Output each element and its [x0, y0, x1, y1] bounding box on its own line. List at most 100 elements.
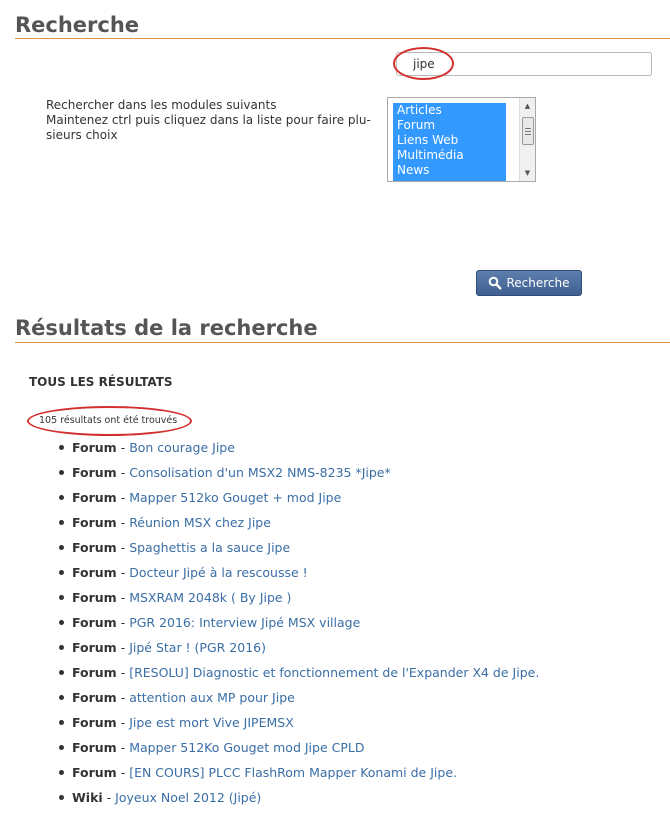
- result-link[interactable]: Jipe est mort Vive JIPEMSX: [129, 715, 294, 730]
- module-options: Articles Forum Liens Web Multimédia News: [393, 103, 506, 181]
- result-module: Forum: [72, 465, 117, 480]
- result-link[interactable]: MSXRAM 2048k ( By Jipe ): [129, 590, 291, 605]
- result-link[interactable]: PGR 2016: Interview Jipé MSX village: [129, 615, 360, 630]
- magnifier-icon: [489, 276, 502, 290]
- result-module: Forum: [72, 440, 117, 455]
- bullet-icon: [59, 520, 64, 525]
- bullet-icon: [59, 720, 64, 725]
- scroll-thumb[interactable]: [522, 117, 534, 145]
- results-list: Forum - Bon courage Jipe Forum - Consolis…: [59, 438, 659, 813]
- result-separator: -: [116, 590, 130, 605]
- result-module: Forum: [72, 715, 117, 730]
- bullet-icon: [59, 495, 64, 500]
- result-separator: -: [116, 490, 130, 505]
- result-separator: -: [116, 715, 130, 730]
- module-option[interactable]: Multimédia: [393, 148, 506, 163]
- result-item: Forum - Mapper 512ko Gouget + mod Jipe: [59, 488, 659, 513]
- module-option[interactable]: Articles: [393, 103, 506, 118]
- result-item: Forum - Réunion MSX chez Jipe: [59, 513, 659, 538]
- module-option[interactable]: Forum: [393, 118, 506, 133]
- result-item: Forum - attention aux MP pour Jipe: [59, 688, 659, 713]
- result-separator: -: [116, 615, 130, 630]
- result-item: Forum - MSXRAM 2048k ( By Jipe ): [59, 588, 659, 613]
- result-separator: -: [116, 565, 130, 580]
- bullet-icon: [59, 645, 64, 650]
- result-module: Forum: [72, 640, 117, 655]
- result-item: Forum - Mapper 512Ko Gouget mod Jipe CPL…: [59, 738, 659, 763]
- result-item: Forum - PGR 2016: Interview Jipé MSX vil…: [59, 613, 659, 638]
- results-title: Résultats de la recherche: [15, 316, 318, 340]
- module-select[interactable]: Articles Forum Liens Web Multimédia News…: [387, 97, 536, 182]
- search-input[interactable]: [396, 52, 652, 76]
- scroll-down-icon[interactable]: ▼: [520, 166, 535, 180]
- result-separator: -: [116, 515, 130, 530]
- result-separator: -: [116, 465, 130, 480]
- result-item: Forum - Jipe est mort Vive JIPEMSX: [59, 713, 659, 738]
- result-separator: -: [116, 540, 130, 555]
- scroll-up-icon[interactable]: ▲: [520, 99, 535, 113]
- results-subheading: TOUS LES RÉSULTATS: [29, 375, 173, 389]
- result-separator: -: [116, 640, 130, 655]
- bullet-icon: [59, 695, 64, 700]
- result-module: Forum: [72, 565, 117, 580]
- module-option[interactable]: Liens Web: [393, 133, 506, 148]
- result-link[interactable]: [RESOLU] Diagnostic et fonctionnement de…: [129, 665, 539, 680]
- result-link[interactable]: Mapper 512Ko Gouget mod Jipe CPLD: [129, 740, 364, 755]
- result-item: Wiki - Joyeux Noel 2012 (Jipé): [59, 788, 659, 813]
- result-module: Forum: [72, 540, 117, 555]
- bullet-icon: [59, 470, 64, 475]
- result-link[interactable]: Jipé Star ! (PGR 2016): [129, 640, 266, 655]
- bullet-icon: [59, 795, 64, 800]
- result-link[interactable]: Joyeux Noel 2012 (Jipé): [115, 790, 261, 805]
- result-item: Forum - [RESOLU] Diagnostic et fonctionn…: [59, 663, 659, 688]
- search-button-label: Recherche: [506, 276, 570, 290]
- module-instructions: Rechercher dans les modules suivants Mai…: [46, 98, 376, 143]
- title-divider: [15, 38, 670, 39]
- result-module: Forum: [72, 690, 117, 705]
- module-scrollbar[interactable]: ▲ ▼: [519, 98, 535, 181]
- search-title: Recherche: [15, 13, 140, 37]
- result-module: Forum: [72, 615, 117, 630]
- result-link[interactable]: Spaghettis a la sauce Jipe: [129, 540, 290, 555]
- result-separator: -: [116, 440, 130, 455]
- search-button[interactable]: Recherche: [476, 270, 582, 296]
- result-separator: -: [102, 790, 116, 805]
- instruction-line: sieurs choix: [46, 128, 118, 142]
- result-link[interactable]: Consolisation d'un MSX2 NMS-8235 *Jipe*: [129, 465, 391, 480]
- module-option[interactable]: News: [393, 163, 506, 178]
- module-option-partial[interactable]: [393, 178, 506, 181]
- result-separator: -: [116, 690, 130, 705]
- bullet-icon: [59, 620, 64, 625]
- result-link[interactable]: Mapper 512ko Gouget + mod Jipe: [129, 490, 341, 505]
- bullet-icon: [59, 570, 64, 575]
- instruction-line: Rechercher dans les modules suivants: [46, 98, 277, 112]
- result-link[interactable]: [EN COURS] PLCC FlashRom Mapper Konami d…: [129, 765, 457, 780]
- result-module: Forum: [72, 515, 117, 530]
- result-link[interactable]: Réunion MSX chez Jipe: [129, 515, 271, 530]
- result-item: Forum - Docteur Jipé à la rescousse !: [59, 563, 659, 588]
- result-item: Forum - [EN COURS] PLCC FlashRom Mapper …: [59, 763, 659, 788]
- result-separator: -: [116, 740, 130, 755]
- result-separator: -: [116, 665, 130, 680]
- result-separator: -: [116, 765, 130, 780]
- result-item: Forum - Bon courage Jipe: [59, 438, 659, 463]
- result-module: Forum: [72, 765, 117, 780]
- result-link[interactable]: attention aux MP pour Jipe: [129, 690, 295, 705]
- bullet-icon: [59, 745, 64, 750]
- result-module: Wiki: [72, 790, 103, 805]
- bullet-icon: [59, 445, 64, 450]
- bullet-icon: [59, 545, 64, 550]
- result-module: Forum: [72, 590, 117, 605]
- bullet-icon: [59, 770, 64, 775]
- result-link[interactable]: Docteur Jipé à la rescousse !: [129, 565, 307, 580]
- instruction-line: Maintenez ctrl puis cliquez dans la list…: [46, 113, 371, 127]
- results-divider: [15, 342, 670, 343]
- result-module: Forum: [72, 490, 117, 505]
- bullet-icon: [59, 595, 64, 600]
- result-item: Forum - Spaghettis a la sauce Jipe: [59, 538, 659, 563]
- result-link[interactable]: Bon courage Jipe: [129, 440, 235, 455]
- result-module: Forum: [72, 665, 117, 680]
- results-count: 105 résultats ont été trouvés: [39, 415, 178, 426]
- result-item: Forum - Consolisation d'un MSX2 NMS-8235…: [59, 463, 659, 488]
- result-module: Forum: [72, 740, 117, 755]
